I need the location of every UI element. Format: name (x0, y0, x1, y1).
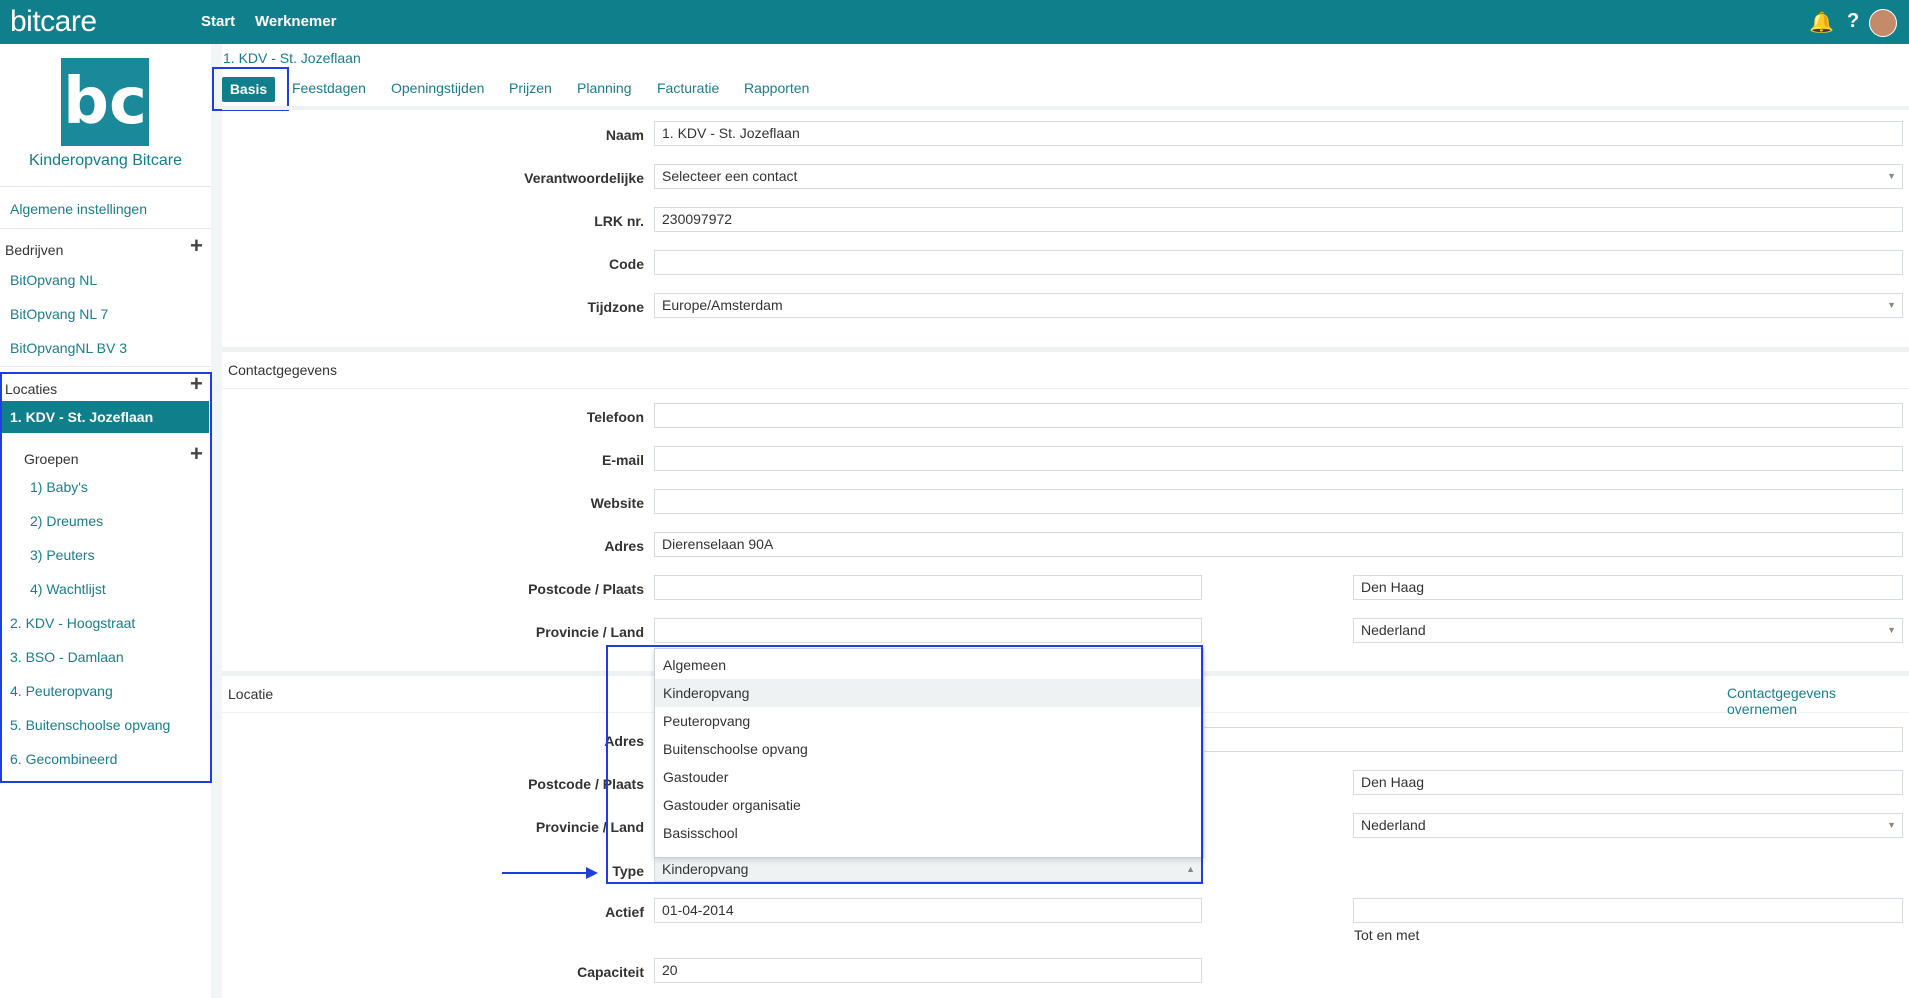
code-label: Code (609, 256, 644, 272)
nav-werknemer[interactable]: Werknemer (255, 13, 336, 30)
divider (0, 228, 211, 229)
locatie-adres-label: Adres (604, 733, 644, 749)
annotation-arrow (502, 872, 590, 874)
capaciteit-field[interactable]: 20 (654, 958, 1202, 983)
companies-header: Bedrijven (5, 242, 64, 258)
locatie-adres-field[interactable] (1202, 727, 1903, 752)
naam-label: Naam (605, 127, 644, 143)
tijdzone-label: Tijdzone (587, 299, 644, 315)
verantwoordelijke-value: Selecteer een contact (662, 168, 798, 184)
annotation-box-type (606, 645, 1203, 884)
bell-icon[interactable]: 🔔 (1809, 10, 1834, 35)
company-name: Kinderopvang Bitcare (29, 152, 182, 169)
top-bar: bitcare Start Werknemer 🔔 ? (0, 0, 1909, 44)
verantwoordelijke-label: Verantwoordelijke (524, 170, 644, 186)
caret-down-icon: ▼ (1887, 300, 1896, 310)
avatar[interactable] (1869, 9, 1897, 37)
locatie-land-value: Nederland (1361, 817, 1426, 833)
plaats-field[interactable]: Den Haag (1353, 575, 1903, 600)
annotation-box-tab (212, 67, 289, 111)
postcode-field[interactable] (654, 575, 1202, 600)
website-field[interactable] (654, 489, 1903, 514)
tot-en-met-label: Tot en met (1354, 927, 1420, 943)
brand-logo[interactable]: bitcare (10, 5, 97, 39)
nav-start[interactable]: Start (201, 13, 235, 30)
provincie-label: Provincie / Land (535, 624, 644, 640)
breadcrumb[interactable]: 1. KDV - St. Jozeflaan (223, 50, 361, 66)
caret-down-icon: ▼ (1887, 171, 1896, 181)
tab-openingstijden[interactable]: Openingstijden (391, 80, 484, 96)
telefoon-field[interactable] (654, 403, 1903, 428)
divider (0, 366, 211, 367)
capaciteit-label: Capaciteit (577, 964, 644, 980)
tab-prijzen[interactable]: Prijzen (509, 80, 552, 96)
sidebar-general-settings[interactable]: Algemene instellingen (10, 201, 147, 217)
section-contact (222, 347, 1909, 389)
telefoon-label: Telefoon (586, 409, 644, 425)
adres-label: Adres (604, 538, 644, 554)
annotation-arrow-head (586, 867, 598, 879)
locatie-postcode-label: Postcode / Plaats (528, 776, 644, 792)
code-field[interactable] (654, 250, 1903, 275)
land-value: Nederland (1361, 622, 1426, 638)
annotation-box-locations (0, 372, 212, 783)
locatie-provincie-label: Provincie / Land (535, 819, 644, 835)
actief-start-field[interactable]: 01-04-2014 (654, 898, 1202, 923)
tab-planning[interactable]: Planning (577, 80, 632, 96)
caret-down-icon: ▼ (1887, 625, 1896, 635)
section-locatie-title: Locatie (228, 686, 274, 702)
postcode-label: Postcode / Plaats (528, 581, 644, 597)
sidebar-company[interactable]: BitOpvang NL 7 (10, 306, 108, 322)
help-icon[interactable]: ? (1847, 10, 1859, 33)
land-select[interactable]: Nederland ▼ (1353, 618, 1903, 643)
tab-feestdagen[interactable]: Feestdagen (292, 80, 366, 96)
actief-label: Actief (605, 904, 644, 920)
provincie-field[interactable] (654, 618, 1202, 643)
caret-down-icon: ▼ (1887, 820, 1896, 830)
actief-end-field[interactable] (1353, 898, 1903, 923)
company-logo: bc (61, 58, 149, 146)
email-field[interactable] (654, 446, 1903, 471)
tijdzone-select[interactable]: Europe/Amsterdam ▼ (654, 293, 1903, 318)
sidebar-gap (211, 44, 222, 998)
locatie-land-select[interactable]: Nederland ▼ (1353, 813, 1903, 838)
tab-facturatie[interactable]: Facturatie (657, 80, 719, 96)
sidebar-company[interactable]: BitOpvang NL (10, 272, 97, 288)
lrk-field[interactable]: 230097972 (654, 207, 1903, 232)
adres-field[interactable]: Dierenselaan 90A (654, 532, 1903, 557)
verantwoordelijke-select[interactable]: Selecteer een contact ▼ (654, 164, 1903, 189)
copy-contact-link[interactable]: Contactgegevens overnemen (1727, 685, 1909, 717)
locatie-plaats-field[interactable]: Den Haag (1353, 770, 1903, 795)
tab-rapporten[interactable]: Rapporten (744, 80, 809, 96)
tab-strip (222, 106, 1909, 110)
divider (0, 186, 211, 187)
section-contact-title: Contactgegevens (228, 362, 337, 378)
add-company-plus-icon[interactable]: + (190, 235, 203, 257)
naam-field[interactable]: 1. KDV - St. Jozeflaan (654, 121, 1903, 146)
type-label: Type (612, 863, 644, 879)
sidebar-company[interactable]: BitOpvangNL BV 3 (10, 340, 127, 356)
email-label: E-mail (601, 452, 644, 468)
website-label: Website (590, 495, 644, 511)
tijdzone-value: Europe/Amsterdam (662, 297, 783, 313)
lrk-label: LRK nr. (594, 213, 644, 229)
